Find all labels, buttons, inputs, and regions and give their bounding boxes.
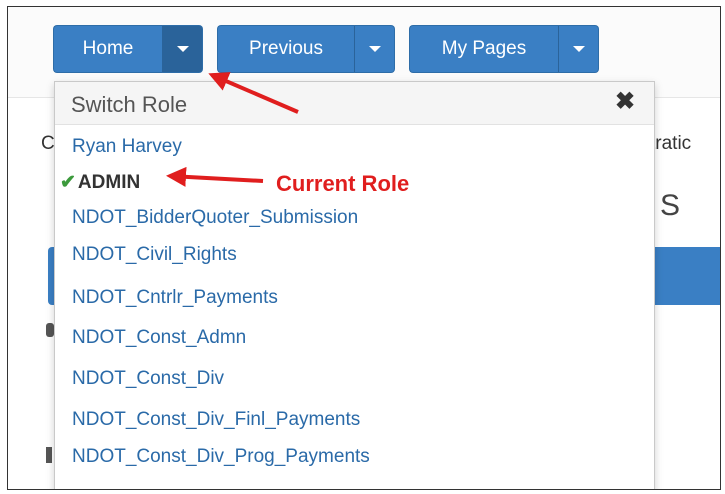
home-button-group: Home <box>53 25 203 73</box>
background-heading-fragment: S <box>660 189 681 222</box>
mypages-button-group: My Pages <box>409 25 599 73</box>
background-bullet-fragment <box>46 323 54 337</box>
close-icon[interactable]: ✖ <box>615 90 635 114</box>
role-item-ryan-harvey[interactable]: Ryan Harvey <box>72 136 182 158</box>
my-pages-button[interactable]: My Pages <box>409 25 559 73</box>
role-item[interactable]: NDOT_Civil_Rights <box>72 244 237 266</box>
screenshot-frame: Home Previous My Pages C tratic S Switch… <box>7 6 721 490</box>
role-item[interactable]: NDOT_Const_Admn <box>72 327 246 349</box>
background-text-fragment: C <box>41 133 55 154</box>
background-text-fragment: tratic <box>650 133 692 154</box>
role-item-label: ADMIN <box>77 172 141 193</box>
home-button[interactable]: Home <box>53 25 163 73</box>
previous-button-group: Previous <box>217 25 395 73</box>
role-item[interactable]: NDOT_Cntrlr_Payments <box>72 287 278 309</box>
check-icon: ✔ <box>60 172 76 193</box>
chevron-down-icon <box>368 46 381 52</box>
role-item[interactable]: NDOT_Const_Div_Finl_Payments <box>72 409 360 431</box>
previous-dropdown-toggle[interactable] <box>355 25 395 73</box>
background-banner-fragment <box>650 247 720 305</box>
role-item-admin-current[interactable]: ✔ ADMIN <box>60 171 140 194</box>
current-role-annotation: Current Role <box>276 171 410 196</box>
role-item[interactable]: NDOT_Const_Div <box>72 368 224 390</box>
switch-role-dropdown: Switch Role ✖ Ryan Harvey ✔ ADMIN NDOT_Bi… <box>54 81 655 489</box>
switch-role-title: Switch Role <box>71 92 188 117</box>
home-dropdown-toggle[interactable] <box>163 25 203 73</box>
my-pages-dropdown-toggle[interactable] <box>559 25 599 73</box>
role-item[interactable]: NDOT_BidderQuoter_Submission <box>72 207 358 229</box>
previous-button[interactable]: Previous <box>217 25 355 73</box>
switch-role-header: Switch Role ✖ <box>55 82 654 125</box>
chevron-down-icon <box>176 46 189 52</box>
background-bullet-fragment <box>46 447 52 463</box>
role-item[interactable]: NDOT_Const_Div_Prog_Payments <box>72 446 370 468</box>
chevron-down-icon <box>572 46 585 52</box>
